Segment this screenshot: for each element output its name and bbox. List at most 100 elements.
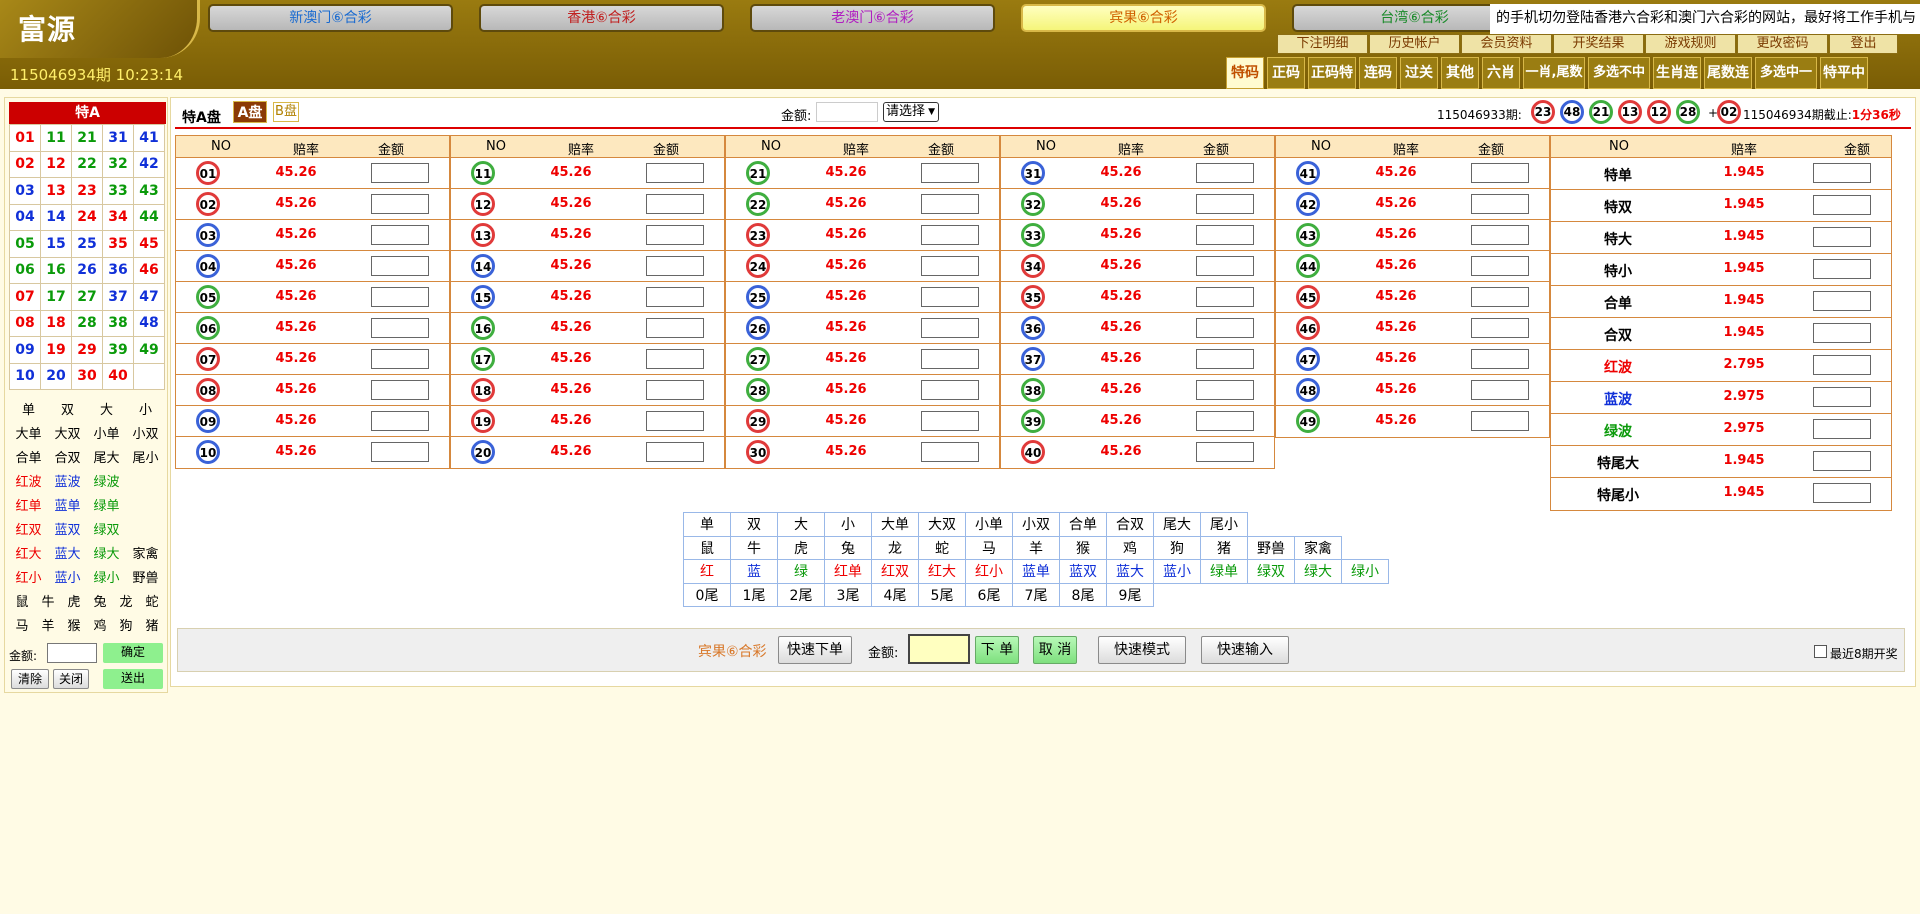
nav-tab-7[interactable]: 一肖,尾数 — [1523, 57, 1585, 89]
quick-select-cell[interactable]: 蛇 — [918, 535, 966, 560]
bet-amount-input[interactable] — [371, 287, 429, 307]
number-ball[interactable]: 46 — [1296, 316, 1320, 340]
quick-select-cell[interactable]: 尾小 — [1200, 512, 1248, 537]
number-ball[interactable]: 07 — [196, 347, 220, 371]
bet-amount-input[interactable] — [1196, 318, 1254, 338]
top-menu-item-4[interactable]: 游戏规则 — [1645, 34, 1736, 54]
sidebar-option[interactable]: 小 — [126, 399, 165, 418]
quick-select-cell[interactable]: 合单 — [1059, 512, 1107, 537]
bet-amount-input[interactable] — [371, 442, 429, 462]
bet-amount-input[interactable] — [1471, 225, 1529, 245]
sidebar-option[interactable]: 绿小 — [87, 567, 126, 586]
quick-select-cell[interactable]: 小 — [824, 512, 872, 537]
nav-tab-0[interactable]: 特码 — [1226, 57, 1264, 89]
plate-a-tab[interactable]: A盘 — [233, 101, 267, 123]
number-ball[interactable]: 38 — [1021, 378, 1045, 402]
number-ball[interactable]: 12 — [471, 192, 495, 216]
number-ball[interactable]: 35 — [1021, 285, 1045, 309]
sidebar-number-cell[interactable]: 15 — [40, 230, 72, 258]
number-ball[interactable]: 45 — [1296, 285, 1320, 309]
quick-select-cell[interactable]: 绿大 — [1294, 559, 1342, 584]
bet-amount-input[interactable] — [1813, 163, 1871, 183]
nav-tab-6[interactable]: 六肖 — [1482, 57, 1520, 89]
number-ball[interactable]: 42 — [1296, 192, 1320, 216]
sidebar-number-cell[interactable]: 22 — [71, 150, 103, 178]
number-ball[interactable]: 20 — [471, 440, 495, 464]
bet-amount-input[interactable] — [921, 287, 979, 307]
number-ball[interactable]: 49 — [1296, 409, 1320, 433]
bet-amount-input[interactable] — [1471, 411, 1529, 431]
quick-select-cell[interactable]: 尾大 — [1153, 512, 1201, 537]
number-ball[interactable]: 19 — [471, 409, 495, 433]
sidebar-number-cell[interactable]: 35 — [102, 230, 134, 258]
quick-select-cell[interactable]: 虎 — [777, 535, 825, 560]
sidebar-option[interactable]: 小双 — [126, 423, 165, 442]
number-ball[interactable]: 23 — [746, 223, 770, 247]
bet-amount-input[interactable] — [1471, 380, 1529, 400]
number-ball[interactable]: 29 — [746, 409, 770, 433]
bet-amount-input[interactable] — [1196, 194, 1254, 214]
number-ball[interactable]: 02 — [196, 192, 220, 216]
bet-amount-input[interactable] — [371, 411, 429, 431]
number-ball[interactable]: 31 — [1021, 161, 1045, 185]
recent-draws-checkbox[interactable] — [1814, 645, 1827, 658]
quick-select-cell[interactable]: 红单 — [824, 559, 872, 584]
bet-amount-input[interactable] — [1471, 287, 1529, 307]
sidebar-option[interactable]: 野兽 — [126, 567, 165, 586]
quick-select-cell[interactable]: 7尾 — [1012, 582, 1060, 607]
sidebar-number-cell[interactable]: 28 — [71, 309, 103, 337]
sidebar-option[interactable]: 绿波 — [87, 471, 126, 490]
sidebar-option[interactable]: 大 — [87, 399, 126, 418]
bet-amount-input[interactable] — [1196, 225, 1254, 245]
nav-tab-5[interactable]: 其他 — [1441, 57, 1479, 89]
quick-select-cell[interactable]: 红大 — [918, 559, 966, 584]
quick-select-cell[interactable]: 蓝双 — [1059, 559, 1107, 584]
sidebar-option[interactable]: 鼠 — [9, 591, 35, 610]
number-ball[interactable]: 11 — [471, 161, 495, 185]
sidebar-number-cell[interactable]: 46 — [133, 256, 165, 284]
number-ball[interactable]: 25 — [746, 285, 770, 309]
plate-b-tab[interactable]: B盘 — [273, 102, 299, 122]
quick-select-cell[interactable]: 4尾 — [871, 582, 919, 607]
quick-select-cell[interactable]: 兔 — [824, 535, 872, 560]
quick-select-cell[interactable]: 家禽 — [1294, 535, 1342, 560]
quick-select-cell[interactable]: 红双 — [871, 559, 919, 584]
nav-tab-12[interactable]: 特平中 — [1820, 57, 1868, 89]
sidebar-option[interactable]: 小单 — [87, 423, 126, 442]
quick-select-cell[interactable]: 绿 — [777, 559, 825, 584]
sidebar-option[interactable]: 红小 — [9, 567, 48, 586]
quick-select-cell[interactable]: 蓝单 — [1012, 559, 1060, 584]
quick-select-cell[interactable]: 小单 — [965, 512, 1013, 537]
quick-select-cell[interactable]: 龙 — [871, 535, 919, 560]
bet-amount-input[interactable] — [921, 318, 979, 338]
number-ball[interactable]: 10 — [196, 440, 220, 464]
quick-select-cell[interactable]: 绿小 — [1341, 559, 1389, 584]
quick-select-cell[interactable]: 蓝大 — [1106, 559, 1154, 584]
quick-select-cell[interactable]: 鼠 — [683, 535, 731, 560]
number-ball[interactable]: 39 — [1021, 409, 1045, 433]
sidebar-option[interactable]: 蓝小 — [48, 567, 87, 586]
quick-select-cell[interactable]: 大双 — [918, 512, 966, 537]
sidebar-option[interactable]: 合双 — [48, 447, 87, 466]
quick-select-cell[interactable]: 猴 — [1059, 535, 1107, 560]
bet-amount-input[interactable] — [371, 256, 429, 276]
sidebar-number-cell[interactable]: 05 — [9, 230, 41, 258]
nav-tab-10[interactable]: 尾数连 — [1704, 57, 1752, 89]
sidebar-option[interactable]: 蓝单 — [48, 495, 87, 514]
quick-select-cell[interactable]: 鸡 — [1106, 535, 1154, 560]
quick-select-cell[interactable]: 双 — [730, 512, 778, 537]
sidebar-number-cell[interactable]: 14 — [40, 203, 72, 231]
nav-tab-2[interactable]: 正码特 — [1308, 57, 1356, 89]
sidebar-option[interactable]: 猪 — [139, 615, 165, 634]
number-ball[interactable]: 14 — [471, 254, 495, 278]
number-ball[interactable]: 24 — [746, 254, 770, 278]
number-ball[interactable]: 16 — [471, 316, 495, 340]
sidebar-number-cell[interactable]: 01 — [9, 124, 41, 152]
bet-amount-input[interactable] — [646, 411, 704, 431]
quick-select-cell[interactable]: 蓝 — [730, 559, 778, 584]
quick-mode-button[interactable]: 快速模式 — [1098, 636, 1186, 664]
sidebar-number-cell[interactable]: 09 — [9, 336, 41, 364]
sidebar-option[interactable]: 家禽 — [126, 543, 165, 562]
number-ball[interactable]: 08 — [196, 378, 220, 402]
bet-amount-input[interactable] — [1196, 411, 1254, 431]
